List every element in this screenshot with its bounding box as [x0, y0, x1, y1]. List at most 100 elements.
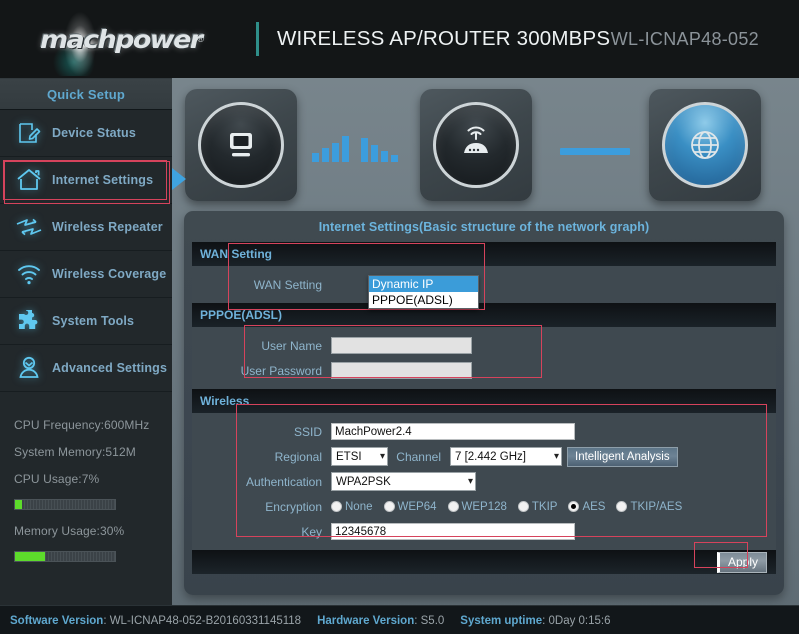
regional-value: ETSI	[336, 450, 362, 463]
sidebar-header-quick-setup[interactable]: Quick Setup	[0, 79, 172, 110]
user-password-row: User Password	[192, 358, 776, 383]
wan-setting-dropdown-open[interactable]: Dynamic IP PPPOE(ADSL)	[368, 275, 479, 309]
user-password-input[interactable]	[331, 362, 472, 379]
ssid-row: SSID	[192, 419, 776, 444]
sidebar-item-wireless-repeater[interactable]: Wireless Repeater	[0, 204, 172, 251]
internet-globe-icon	[649, 89, 761, 201]
encryption-option-tkip[interactable]: TKIP	[517, 501, 557, 513]
section-header-wan: WAN Setting	[192, 242, 776, 266]
hardware-version-key: Hardware Version	[317, 615, 415, 627]
pppoe-rows: User Name User Password	[192, 327, 776, 389]
ssid-input[interactable]	[331, 423, 575, 440]
channel-label: Channel	[396, 449, 441, 464]
channel-value: 7 [2.442 GHz]	[455, 450, 526, 463]
encryption-radio-group[interactable]: None WEP64 WEP128 TKIP AES TKIP/AES	[331, 501, 689, 513]
radio-button[interactable]	[447, 501, 459, 512]
authentication-select[interactable]: WPA2PSK ▾	[331, 472, 476, 491]
dropdown-option-pppoe[interactable]: PPPOE(ADSL)	[369, 292, 478, 308]
puzzle-piece-icon	[6, 301, 52, 341]
section-header-wireless: Wireless	[192, 389, 776, 413]
stat-memory-usage: Memory Usage:30%	[14, 524, 125, 538]
wan-setting-label: WAN Setting	[253, 277, 322, 292]
encryption-option-aes[interactable]: AES	[568, 501, 605, 513]
user-name-input[interactable]	[331, 337, 472, 354]
encryption-option-none[interactable]: None	[331, 501, 373, 513]
product-title: WIRELESS AP/ROUTER 300MBPS	[277, 27, 611, 50]
key-row: Key	[192, 519, 776, 544]
software-version-value: : WL-ICNAP48-052-B20160331145118	[103, 615, 302, 627]
chevron-down-icon: ▾	[553, 451, 559, 462]
sidebar-item-wireless-coverage[interactable]: Wireless Coverage	[0, 251, 172, 298]
radio-button[interactable]	[331, 501, 342, 512]
page-header: machpower ® WIRELESS AP/ROUTER 300MBPS W…	[0, 0, 799, 78]
system-uptime-key: System uptime	[460, 615, 543, 627]
repeater-arrows-icon	[6, 207, 52, 247]
sidebar-item-label: Device Status	[52, 126, 136, 140]
router-icon	[420, 89, 532, 201]
sidebar-item-label: System Tools	[52, 314, 135, 328]
sidebar-item-advanced-settings[interactable]: Advanced Settings	[0, 345, 172, 392]
sidebar-item-label: Wireless Repeater	[52, 220, 163, 234]
channel-select[interactable]: 7 [2.442 GHz] ▾	[450, 447, 562, 466]
radio-label: TKIP/AES	[630, 500, 683, 513]
apply-button[interactable]: Apply	[716, 551, 767, 573]
authentication-label: Authentication	[245, 474, 322, 489]
system-uptime-value: : 0Day 0:15:6	[542, 615, 611, 627]
software-version-key: Software Version	[10, 615, 104, 627]
key-input[interactable]	[331, 523, 575, 540]
brand-logo: machpower ®	[0, 0, 250, 78]
model-number: WL-ICNAP48-052	[610, 28, 759, 49]
authentication-row: Authentication WPA2PSK ▾	[192, 469, 776, 494]
user-name-label: User Name	[261, 338, 322, 353]
key-label: Key	[301, 524, 322, 539]
wireless-rows: SSID Regional ETSI ▾ Channel 7 [2.442 GH…	[192, 413, 776, 550]
edit-document-icon	[6, 113, 52, 153]
network-topology-graph	[172, 78, 799, 213]
system-stats: CPU Frequency:600MHz System Memory:512M …	[0, 392, 172, 562]
encryption-option-tkip-aes[interactable]: TKIP/AES	[616, 501, 682, 513]
home-icon	[6, 160, 52, 200]
intelligent-analysis-button[interactable]: Intelligent Analysis	[567, 446, 678, 467]
radio-button[interactable]	[616, 501, 628, 512]
sidebar-item-device-status[interactable]: Device Status	[0, 110, 172, 157]
regional-select[interactable]: ETSI ▾	[331, 447, 388, 466]
sidebar-nav: Quick Setup Device Status Internet Setti…	[0, 78, 172, 605]
radio-button[interactable]	[568, 501, 580, 512]
regional-channel-row: Regional ETSI ▾ Channel 7 [2.442 GHz] ▾ …	[192, 444, 776, 469]
wifi-bars-icon	[312, 134, 398, 162]
wifi-signal-icon	[6, 254, 52, 294]
chevron-down-icon: ▾	[467, 476, 473, 487]
apply-bar: Apply	[192, 550, 776, 574]
status-footer: Software Version: WL-ICNAP48-052-B201603…	[0, 605, 799, 634]
wan-setting-row: WAN Setting	[192, 272, 776, 297]
sidebar-item-label: Wireless Coverage	[52, 267, 167, 281]
radio-button[interactable]	[517, 501, 529, 512]
radio-button[interactable]	[383, 501, 395, 512]
ssid-label: SSID	[293, 424, 322, 439]
cpu-usage-bar	[14, 499, 116, 510]
stat-system-memory: System Memory:512M	[14, 445, 136, 459]
radio-label: None	[345, 500, 373, 513]
sidebar-item-label: Internet Settings	[52, 173, 154, 187]
radio-label: WEP64	[397, 500, 437, 513]
sidebar-item-system-tools[interactable]: System Tools	[0, 298, 172, 345]
panel-title: Internet Settings(Basic structure of the…	[318, 220, 650, 234]
main-content: Internet Settings(Basic structure of the…	[172, 78, 799, 605]
stat-cpu-usage: CPU Usage:7%	[14, 472, 100, 486]
wan-rows: WAN Setting	[192, 266, 776, 303]
encryption-option-wep128[interactable]: WEP128	[447, 500, 507, 513]
radio-label: WEP128	[461, 500, 507, 513]
user-password-label: User Password	[240, 363, 322, 378]
regional-label: Regional	[274, 449, 322, 464]
logo-wordmark: machpower	[39, 24, 203, 54]
hardware-version-value: : S5.0	[414, 615, 445, 627]
encryption-option-wep64[interactable]: WEP64	[383, 500, 437, 513]
sidebar-item-internet-settings[interactable]: Internet Settings	[0, 157, 172, 204]
dropdown-option-dynamic-ip[interactable]: Dynamic IP	[369, 276, 478, 292]
encryption-row: Encryption None WEP64 WEP128 TKIP AES TKIP/AE…	[192, 494, 776, 519]
client-computer-icon	[185, 89, 297, 201]
radio-label: AES	[582, 500, 606, 513]
sidebar-item-label: Advanced Settings	[52, 361, 168, 375]
chevron-down-icon: ▾	[379, 451, 385, 462]
settings-panel: Internet Settings(Basic structure of the…	[184, 211, 784, 595]
